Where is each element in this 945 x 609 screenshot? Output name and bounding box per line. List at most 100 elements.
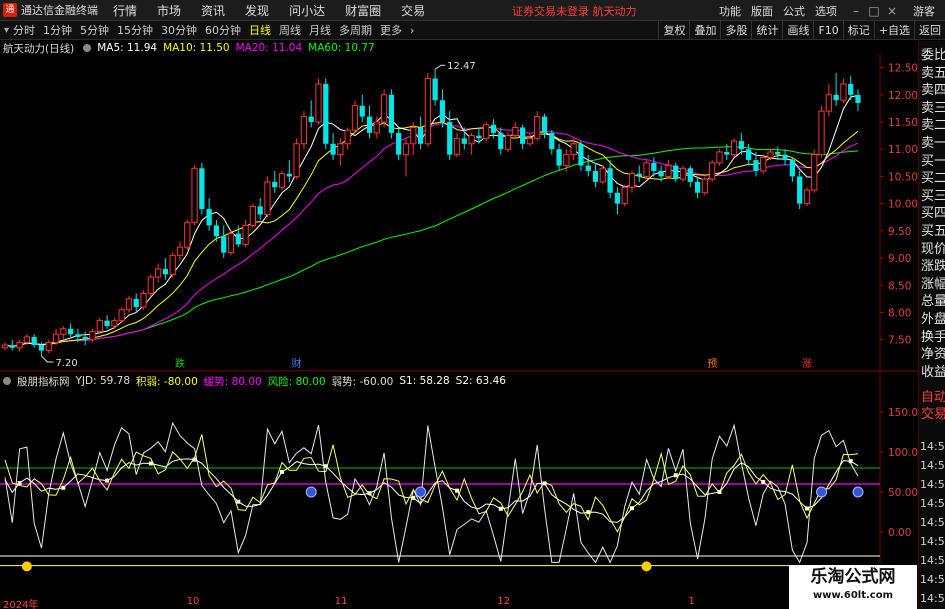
s2-label: S2: 63.46	[455, 375, 506, 387]
signal-square	[280, 469, 285, 474]
menu-formula[interactable]: 公式	[783, 3, 805, 19]
sidebar-quote-item: 卖四	[921, 83, 945, 99]
close-icon[interactable]: ×	[883, 4, 901, 18]
candle-body	[621, 186, 628, 205]
menu-layout[interactable]: 版面	[751, 3, 773, 19]
candle-body	[264, 181, 271, 216]
candle-body	[38, 345, 45, 351]
dropdown-icon[interactable]: ▾	[4, 25, 9, 36]
sidebar-quote-item: 买五	[921, 224, 945, 239]
menu-options[interactable]: 选项	[815, 3, 837, 19]
signal-square	[17, 481, 22, 486]
period-1min[interactable]: 1分钟	[43, 22, 72, 38]
candle-body	[526, 137, 534, 145]
signal-square	[411, 495, 416, 500]
period-5min[interactable]: 5分钟	[80, 22, 109, 38]
period-multi[interactable]: 多周期	[339, 22, 372, 38]
candle-body	[592, 170, 599, 182]
signal-square	[586, 510, 591, 515]
candle-body	[337, 143, 344, 156]
chart-area[interactable]: 7.508.008.509.009.5010.0010.5011.0011.50…	[0, 41, 918, 609]
candle-body	[176, 246, 184, 256]
minimize-icon[interactable]: –	[847, 4, 865, 18]
menu-function[interactable]: 功能	[719, 3, 741, 19]
period-monthly[interactable]: 月线	[309, 22, 331, 38]
menu-discover[interactable]: 发现	[245, 2, 269, 19]
candle-body	[679, 167, 687, 180]
candle-body	[235, 233, 241, 245]
back-button[interactable]: 返回	[914, 21, 945, 40]
candle-body	[468, 135, 475, 145]
period-60min[interactable]: 60分钟	[205, 22, 241, 38]
period-tick[interactable]: 分时	[13, 22, 35, 38]
sidebar-quote-item: 净资	[921, 347, 945, 363]
period-30min[interactable]: 30分钟	[161, 22, 197, 38]
maximize-icon[interactable]: □	[865, 4, 883, 18]
candle-body	[512, 126, 519, 137]
menu-ask[interactable]: 问小达	[289, 2, 325, 19]
overlay-button[interactable]: 叠加	[689, 21, 720, 40]
watermark-title: 乐淘公式网	[810, 567, 896, 587]
signal-square	[192, 457, 197, 462]
candle-body	[585, 165, 591, 171]
date-label: 1	[688, 596, 695, 607]
guest-user[interactable]: 游客	[913, 3, 935, 19]
signal-square	[542, 481, 547, 486]
candle-body	[242, 224, 249, 245]
sidebar-quote-item: 买四	[921, 206, 945, 222]
statistics-button[interactable]: 统计	[751, 21, 782, 40]
candle-body	[709, 162, 716, 180]
period-more[interactable]: 更多	[380, 22, 402, 38]
candle-body	[154, 268, 162, 278]
candle-body	[410, 126, 417, 145]
candle-body	[746, 149, 752, 161]
date-label: 11	[334, 596, 348, 607]
adjust-button[interactable]: 复权	[658, 21, 689, 40]
indicator-name[interactable]: 殷朋指标网	[17, 374, 70, 389]
candle-body	[221, 236, 227, 253]
date-axis: 2024年10111212	[0, 596, 880, 609]
candle-body	[476, 135, 482, 139]
price-tick-label: 10.00	[888, 199, 918, 211]
signal-square	[673, 473, 678, 478]
period-15min[interactable]: 15分钟	[117, 22, 153, 38]
stock-name[interactable]: 航天动力(日线)	[3, 41, 74, 56]
add-watchlist-button[interactable]: +自选	[873, 21, 914, 40]
signal-square	[629, 506, 634, 511]
multi-stock-button[interactable]: 多股	[720, 21, 751, 40]
menu-news[interactable]: 资讯	[201, 2, 225, 19]
login-status[interactable]: 证券交易未登录 航天动力	[512, 3, 637, 19]
period-weekly[interactable]: 周线	[279, 22, 301, 38]
menu-wealth[interactable]: 财富圈	[345, 2, 381, 19]
sidebar-time: 14:56	[920, 573, 945, 586]
f10-button[interactable]: F10	[813, 21, 842, 40]
price-tick-label: 7.50	[888, 335, 911, 347]
buy-signal-icon	[415, 486, 427, 498]
event-marker: 财	[292, 357, 302, 370]
menu-trade[interactable]: 交易	[401, 2, 425, 19]
price-tick-label: 12.00	[888, 90, 918, 102]
settings-dot-icon[interactable]	[83, 44, 92, 52]
candle-body	[461, 138, 467, 144]
draw-line-button[interactable]: 画线	[782, 21, 813, 40]
ma20-label: MA20: 11.04	[235, 42, 303, 54]
sidebar-time: 14:56	[920, 440, 945, 453]
settings-dot-icon[interactable]	[3, 377, 11, 385]
candle-body	[75, 334, 81, 337]
period-daily[interactable]: 日线	[249, 22, 271, 38]
mark-button[interactable]: 标记	[842, 21, 874, 40]
candle-body	[797, 176, 803, 204]
candle-body	[104, 320, 110, 327]
candle-body	[578, 143, 584, 166]
watermark: 乐淘公式网 www.60lt.com	[789, 565, 917, 609]
menu-quotes[interactable]: 行情	[113, 2, 137, 19]
menu-market[interactable]: 市场	[157, 2, 181, 19]
high-pointer	[434, 64, 446, 70]
sidebar-quote-item: 买三	[921, 188, 945, 204]
event-marker: 预	[707, 358, 717, 370]
chevron-right-icon[interactable]: ›	[410, 24, 414, 37]
candle-body	[96, 320, 103, 333]
candle-body	[184, 222, 191, 248]
buy-signal-icon	[305, 486, 317, 498]
candle-body	[359, 105, 365, 117]
